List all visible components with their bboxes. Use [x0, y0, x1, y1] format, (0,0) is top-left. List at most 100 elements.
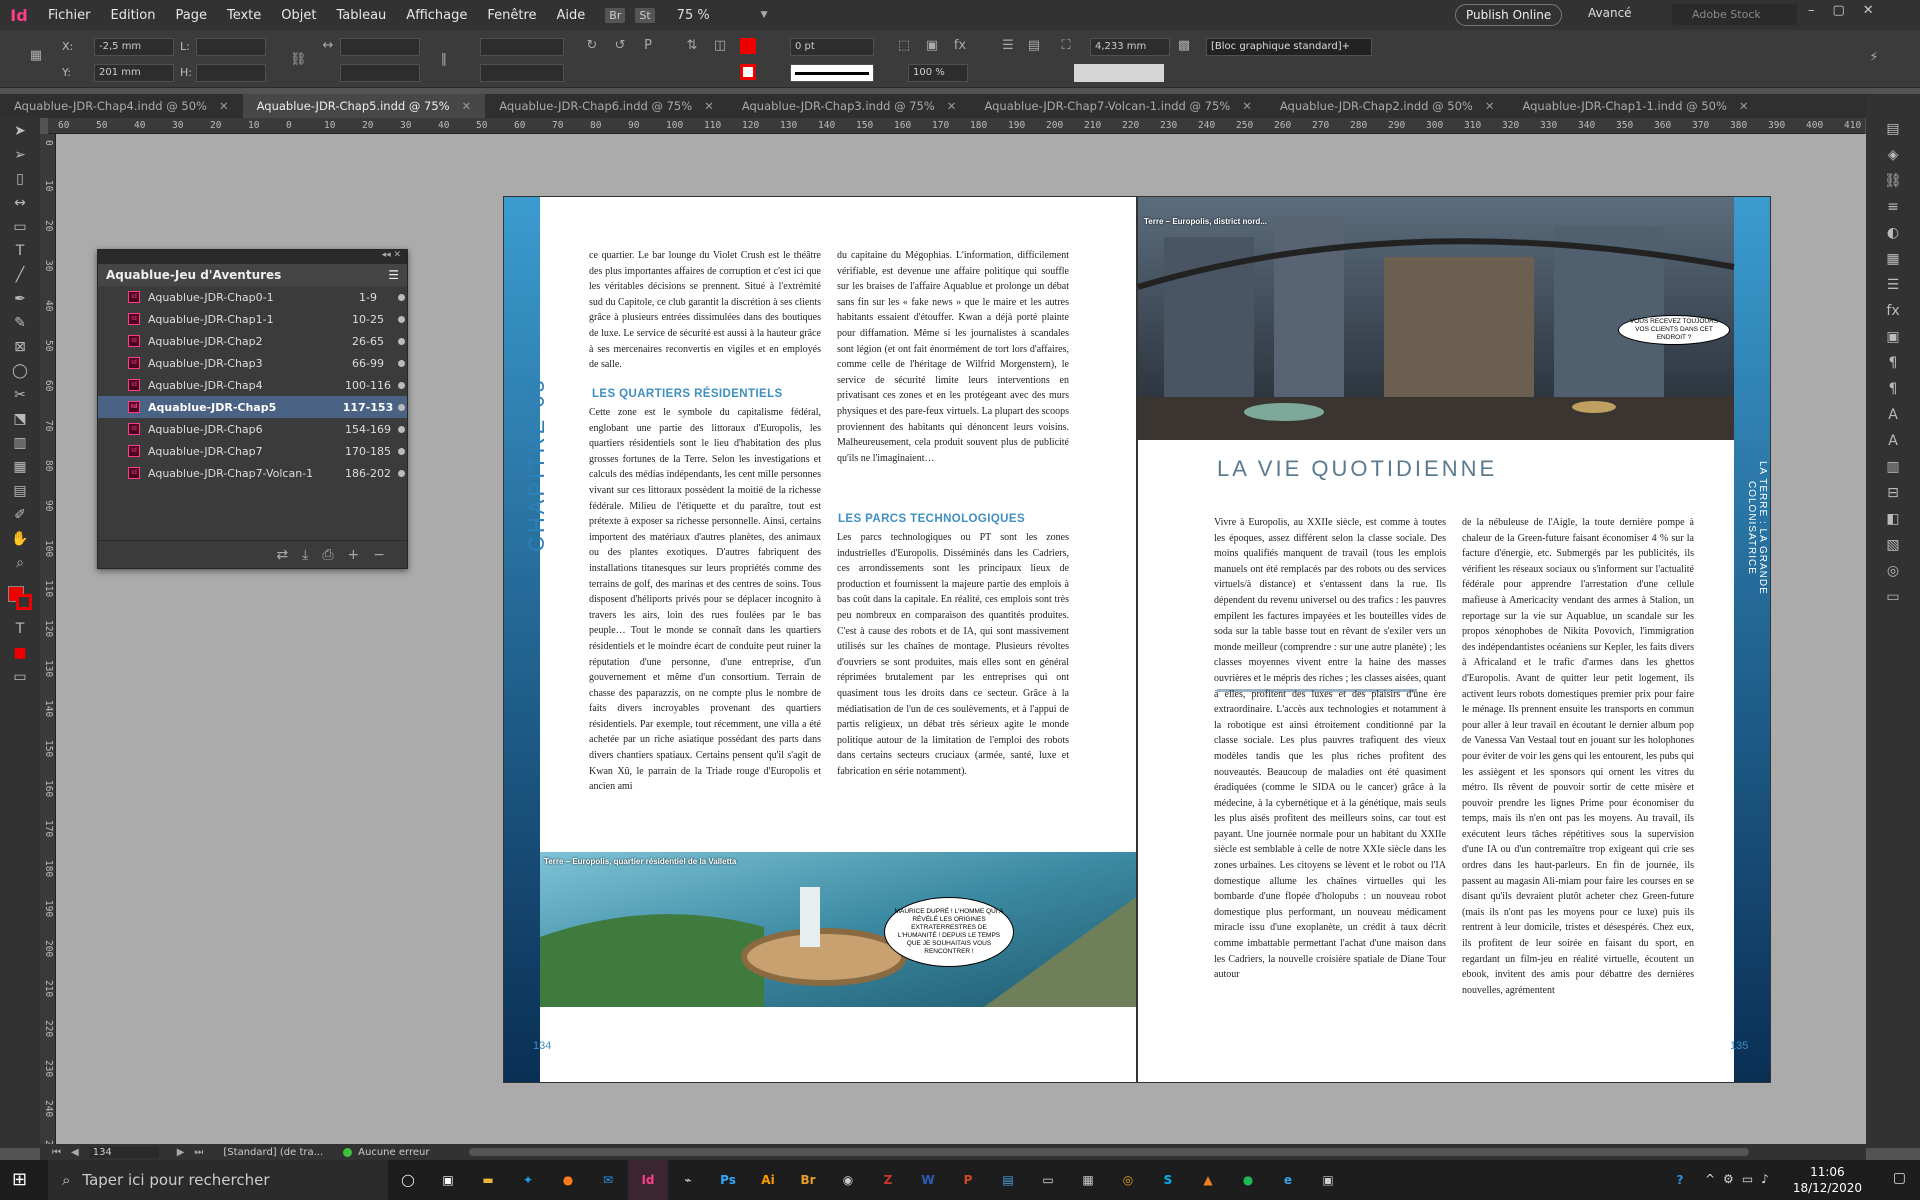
character-styles-icon[interactable]: A [1878, 430, 1908, 452]
close-icon[interactable]: ✕ [1242, 94, 1252, 118]
stroke-color-swatch[interactable] [16, 594, 32, 610]
close-icon[interactable]: ✕ [1485, 94, 1495, 118]
hand-tool-icon[interactable]: ✋ [6, 528, 34, 550]
print-book-icon[interactable]: ⎙ [322, 547, 333, 563]
tab-chap5[interactable]: Aquablue-JDR-Chap5.indd @ 75% ✕ [242, 94, 486, 118]
mail-icon[interactable]: ✉ [588, 1160, 628, 1200]
next-page-icon[interactable]: ▶ [177, 1147, 185, 1158]
calculator-icon[interactable]: ▦ [1068, 1160, 1108, 1200]
text-path-icon[interactable]: P [640, 38, 656, 54]
heading-parcs-technologiques[interactable]: LES PARCS TECHNOLOGIQUES [838, 513, 1025, 525]
left-col2-text-a[interactable]: du capitaine du Mégophias. L'information… [837, 248, 1069, 502]
free-transform-tool-icon[interactable]: ⬔ [6, 408, 34, 430]
chevron-down-icon[interactable]: ▼ [761, 10, 768, 20]
terminal-icon[interactable]: ▭ [1028, 1160, 1068, 1200]
page-tool-icon[interactable]: ▯ [6, 168, 34, 190]
word-icon[interactable]: W [908, 1160, 948, 1200]
paragraph-panel-icon[interactable]: ¶ [1878, 352, 1908, 374]
links-panel-icon[interactable]: ⛓ [1878, 170, 1908, 192]
window-controls[interactable]: –▢✕ [1808, 3, 1892, 18]
width-field[interactable] [196, 38, 266, 56]
left-col1-text-a[interactable]: ce quartier. Le bar lounge du Violet Cru… [589, 248, 821, 375]
tab-chap3[interactable]: Aquablue-JDR-Chap3.indd @ 75% ✕ [728, 94, 971, 118]
book-row[interactable]: Id Aquablue-JDR-Chap7 170-185 [98, 440, 407, 462]
opacity-field[interactable]: 100 % [908, 64, 968, 82]
book-panel[interactable]: ◂◂ ✕ Aquablue-Jeu d'Aventures ☰ Id Aquablu… [97, 249, 408, 569]
menu-tableau[interactable]: Tableau [326, 8, 396, 23]
tab-chap7-volcan[interactable]: Aquablue-JDR-Chap7-Volcan-1.indd @ 75% ✕ [970, 94, 1265, 118]
pen-tool-icon[interactable]: ✒ [6, 288, 34, 310]
page-number-field[interactable]: 134 [88, 1146, 159, 1158]
left-col1-text-b[interactable]: Cette zone est le symbole du capitalisme… [589, 405, 821, 825]
windows-start-icon[interactable]: ⊞ [12, 1170, 32, 1190]
gradient-feather-tool-icon[interactable]: ▦ [6, 456, 34, 478]
pencil-tool-icon[interactable]: ✎ [6, 312, 34, 334]
reference-point-icon[interactable]: ▦ [28, 48, 44, 64]
pathfinder-icon[interactable]: ◧ [1878, 508, 1908, 530]
first-page-icon[interactable]: ⏮ [52, 1147, 61, 1158]
object-styles-icon[interactable]: ▥ [1878, 456, 1908, 478]
firefox-icon[interactable]: ● [548, 1160, 588, 1200]
line-tool-icon[interactable]: ╱ [6, 264, 34, 286]
skype-icon[interactable]: S [1148, 1160, 1188, 1200]
align-panel-icon[interactable]: ⊟ [1878, 482, 1908, 504]
lightning-icon[interactable]: ⚡ [1866, 50, 1882, 66]
book-row[interactable]: Id Aquablue-JDR-Chap3 66-99 [98, 352, 407, 374]
tab-chap6[interactable]: Aquablue-JDR-Chap6.indd @ 75% ✕ [485, 94, 728, 118]
ellipse-tool-icon[interactable]: ◯ [6, 360, 34, 382]
gradient-tool-icon[interactable]: ▥ [6, 432, 34, 454]
pages-panel-icon[interactable]: ▤ [1878, 118, 1908, 140]
stroke-type-select[interactable] [790, 64, 874, 82]
eyedropper-tool-icon[interactable]: ✐ [6, 504, 34, 526]
close-icon[interactable]: ✕ [219, 94, 229, 118]
cortana-icon[interactable]: ◯ [388, 1160, 428, 1200]
save-book-icon[interactable]: ⤓ [302, 547, 308, 563]
scale-y-field[interactable] [340, 64, 420, 82]
note-tool-icon[interactable]: ▤ [6, 480, 34, 502]
vertical-ruler[interactable]: 0 10 20 30 40 50 60 70 80 90 100 110 120 130 140 150 160… [40, 134, 56, 1144]
app-icon[interactable]: ◎ [1108, 1160, 1148, 1200]
x-field[interactable]: -2,5 mm [94, 38, 174, 56]
stroke-swatch[interactable] [740, 64, 756, 80]
scale-x-icon[interactable]: ↔ [320, 38, 336, 54]
menu-edition[interactable]: Edition [101, 8, 166, 23]
rotate-icon[interactable]: ↻ [584, 38, 600, 54]
character-panel-icon[interactable]: A [1878, 404, 1908, 426]
heading-quartiers-residentiels[interactable]: LES QUARTIERS RÉSIDENTIELS [592, 388, 783, 400]
height-field[interactable] [196, 64, 266, 82]
menu-page[interactable]: Page [165, 8, 216, 23]
last-page-icon[interactable]: ⏭ [194, 1147, 203, 1158]
right-col1-text[interactable]: Vivre à Europolis, au XXIIe siècle, est … [1214, 515, 1446, 1029]
paragraph-styles-icon[interactable]: ¶ [1878, 378, 1908, 400]
add-document-icon[interactable]: + [348, 547, 360, 563]
gradient-panel-icon[interactable]: ▭ [1878, 586, 1908, 608]
spotify-icon[interactable]: ● [1228, 1160, 1268, 1200]
scale-x-field[interactable] [340, 38, 420, 56]
close-icon[interactable]: ✕ [462, 94, 472, 118]
indesign-taskbar-icon[interactable]: Id [628, 1160, 668, 1200]
fx-icon[interactable]: fx [952, 38, 968, 54]
stroke-weight-field[interactable]: 0 pt [790, 38, 874, 56]
zoom-tool-icon[interactable]: ⌕ [6, 552, 34, 574]
close-icon[interactable]: ✕ [1739, 94, 1749, 118]
workspace-select[interactable]: Avancé [1588, 6, 1632, 20]
prev-page-icon[interactable]: ◀ [71, 1147, 79, 1158]
tab-chap2[interactable]: Aquablue-JDR-Chap2.indd @ 50% ✕ [1266, 94, 1509, 118]
preflight-status[interactable]: Aucune erreur [358, 1147, 429, 1158]
object-style-select[interactable]: [Bloc graphique standard]+ [1206, 38, 1372, 56]
clock[interactable]: 11:06 18/12/2020 [1793, 1164, 1862, 1196]
flip-icon[interactable]: ⇅ [684, 38, 700, 54]
color-panel-icon[interactable]: ◐ [1878, 222, 1908, 244]
book-row[interactable]: Id Aquablue-JDR-Chap4 100-116 [98, 374, 407, 396]
notifications-icon[interactable]: ▢ [1893, 1170, 1906, 1186]
panel-collapse-icon[interactable]: ◂◂ ✕ [98, 250, 407, 264]
book-row[interactable]: Id Aquablue-JDR-Chap2 26-65 [98, 330, 407, 352]
section-title[interactable]: LA VIE QUOTIDIENNE [1217, 456, 1497, 482]
horizontal-scrollbar[interactable] [469, 1148, 1750, 1156]
menu-affichage[interactable]: Affichage [396, 8, 477, 23]
menu-texte[interactable]: Texte [217, 8, 271, 23]
swatches-panel-icon[interactable]: ▦ [1878, 248, 1908, 270]
layers-panel-icon[interactable]: ◈ [1878, 144, 1908, 166]
fill-stroke-swatches[interactable] [0, 576, 40, 616]
shear-field[interactable] [480, 64, 564, 82]
